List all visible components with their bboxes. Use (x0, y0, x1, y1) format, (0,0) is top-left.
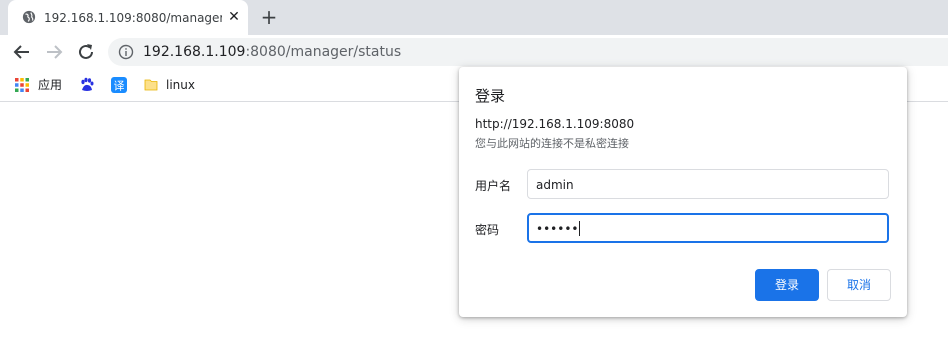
bookmark-apps[interactable]: 应用 (14, 77, 70, 93)
folder-icon (144, 79, 158, 91)
username-label: 用户名 (475, 179, 512, 193)
forward-arrow-icon[interactable] (43, 41, 65, 63)
password-dots: •••••• (536, 222, 579, 236)
url-host: 192.168.1.109 (143, 44, 246, 60)
connection-warning: 您与此网站的连接不是私密连接 (475, 137, 629, 150)
bookmark-translate[interactable]: 译 (111, 77, 127, 93)
login-dialog: 登录 http://192.168.1.109:8080 您与此网站的连接不是私… (459, 67, 907, 317)
url-path: :8080/manager/status (245, 44, 402, 60)
svg-text:译: 译 (114, 80, 125, 93)
login-button[interactable]: 登录 (755, 269, 819, 301)
reload-icon[interactable] (75, 41, 97, 63)
back-arrow-icon[interactable] (11, 41, 33, 63)
globe-icon (22, 10, 36, 24)
password-field[interactable]: •••••• (527, 213, 889, 243)
bookmark-label: linux (166, 78, 195, 92)
cancel-button[interactable]: 取消 (827, 269, 891, 301)
plus-icon: + (260, 5, 278, 29)
username-field[interactable]: admin (527, 169, 889, 199)
bookmark-label: 应用 (38, 78, 63, 92)
password-label: 密码 (475, 223, 500, 237)
username-value: admin (536, 178, 574, 192)
browser-toolbar: 192.168.1.109:8080/manager/status (0, 35, 948, 69)
password-value: •••••• (536, 221, 581, 237)
apps-grid-icon (15, 78, 29, 92)
text-caret (579, 221, 581, 236)
tab-strip: 192.168.1.109:8080/manager/status ✕ + (0, 0, 948, 35)
bookmark-linux[interactable]: linux (143, 77, 199, 93)
address-bar[interactable]: 192.168.1.109:8080/manager/status (108, 38, 948, 66)
close-icon[interactable]: ✕ (226, 9, 242, 25)
browser-tab[interactable]: 192.168.1.109:8080/manager/status ✕ (8, 0, 248, 35)
tab-title: 192.168.1.109:8080/manager/status (44, 11, 222, 25)
dialog-url: http://192.168.1.109:8080 (475, 117, 635, 131)
url-text[interactable]: 192.168.1.109:8080/manager/status (143, 43, 401, 61)
translate-icon: 译 (111, 77, 127, 93)
baidu-paw-icon (81, 77, 94, 91)
dialog-title: 登录 (475, 87, 506, 105)
bookmark-baidu[interactable] (79, 77, 95, 93)
new-tab-button[interactable]: + (258, 6, 280, 28)
info-icon[interactable] (118, 44, 134, 60)
